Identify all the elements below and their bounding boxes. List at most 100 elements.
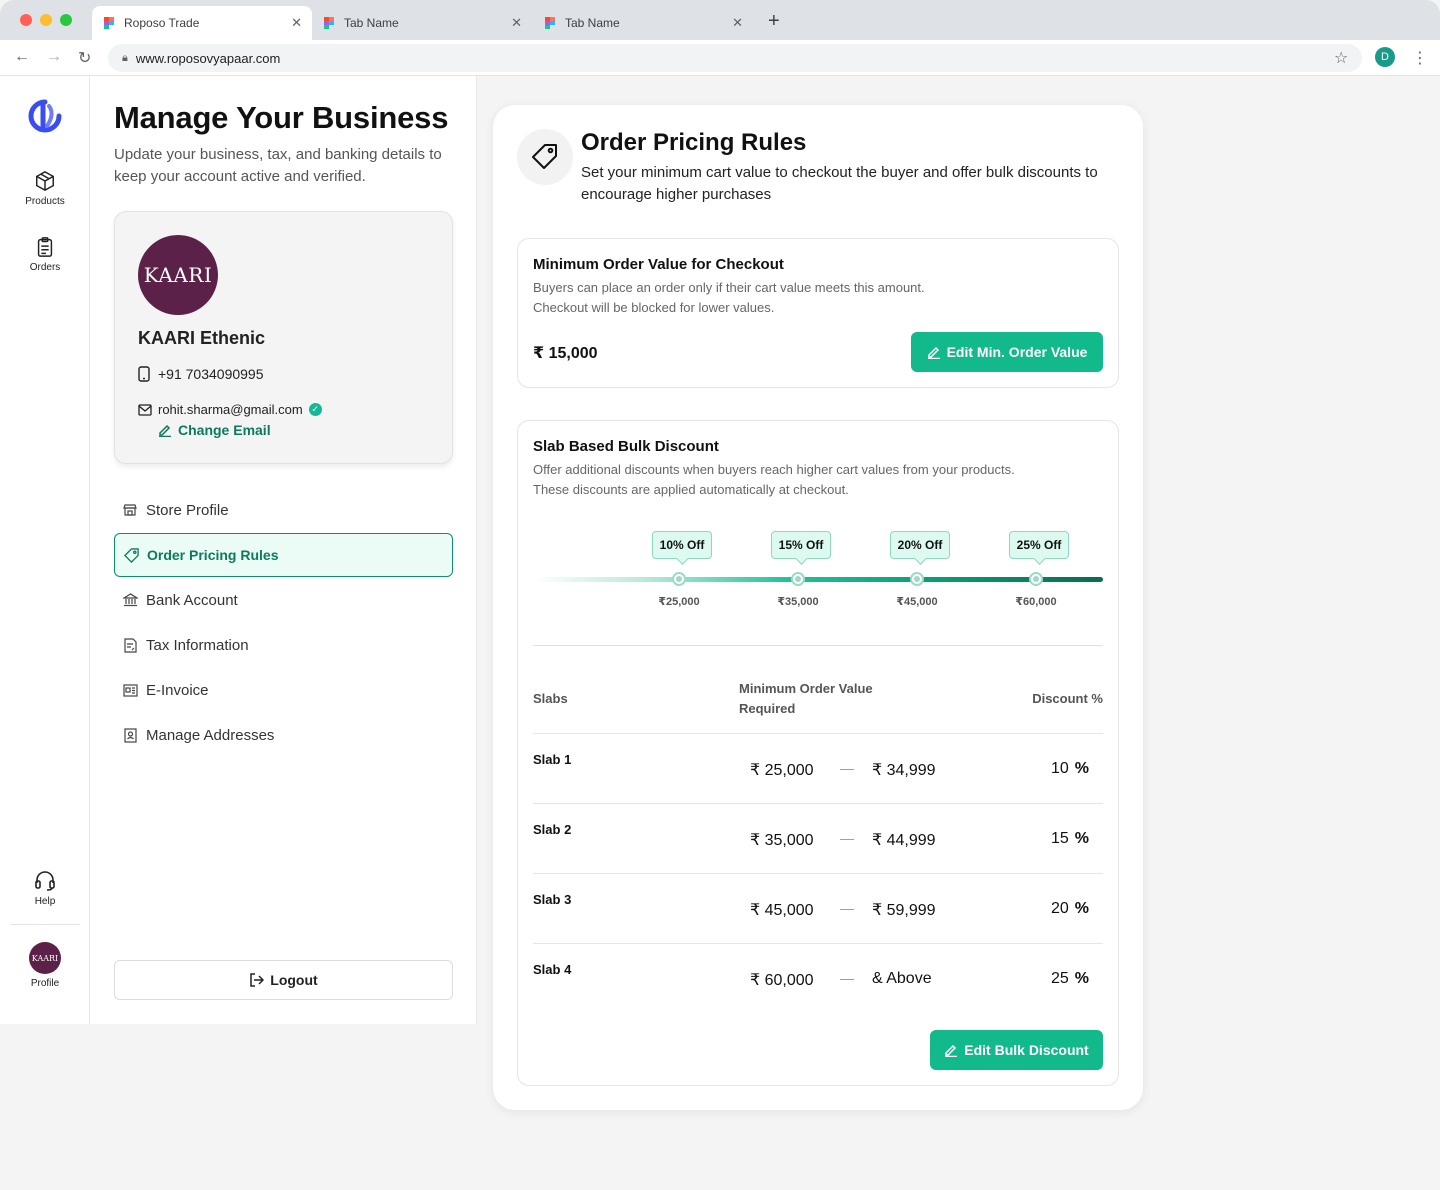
table-row: Slab 3 ₹ 45,000 — ₹ 59,999 20% [533,873,1103,943]
min-order-title: Minimum Order Value for Checkout [533,256,784,273]
slider-tick-label: ₹25,000 [658,596,700,608]
min-order-desc-line: Checkout will be blocked for lower value… [533,300,775,315]
table-row: Slab 1 ₹ 25,000 — ₹ 34,999 10% [533,733,1103,803]
header-line: Required [739,701,796,716]
minimize-window-button[interactable] [40,14,52,26]
address-book-icon [122,727,138,743]
header-tag-icon [517,129,573,185]
change-email-link[interactable]: Change Email [158,422,271,438]
forward-arrow-icon[interactable]: → [46,48,62,66]
menu-item-bank-account[interactable]: Bank Account [114,578,453,622]
rail-item-help[interactable]: Help [0,868,90,907]
figma-icon [324,17,334,29]
back-arrow-icon[interactable]: ← [14,48,30,66]
browser-profile-avatar[interactable]: D [1375,47,1395,67]
table-row: Slab 2 ₹ 35,000 — ₹ 44,999 15% [533,803,1103,873]
menu-item-tax-information[interactable]: Tax Information [114,623,453,667]
phone-row: +91 7034090995 [138,366,264,382]
edit-pencil-icon [927,346,940,359]
figma-icon [104,17,114,29]
slider-pill: 25% Off [1009,531,1069,559]
rail-item-orders[interactable]: Orders [0,236,90,273]
rail-item-products[interactable]: Products [0,170,90,207]
table-row: Slab 4 ₹ 60,000 — & Above 25% [533,943,1103,1013]
store-icon [122,502,138,518]
menu-label: Store Profile [146,501,229,519]
browser-tab-active[interactable]: Roposo Trade ✕ [92,6,312,40]
edit-min-order-label: Edit Min. Order Value [946,344,1088,360]
discount-value: 10 [1050,760,1069,777]
browser-window: Roposo Trade ✕ Tab Name ✕ Tab Name ✕ + ←… [0,0,1440,1190]
slab-from: ₹ 45,000 [750,902,814,919]
close-tab-icon[interactable]: ✕ [732,15,743,31]
reload-icon[interactable]: ↻ [78,48,91,68]
browser-menu-icon[interactable]: ⋮ [1412,48,1428,68]
range-dash: — [840,900,854,916]
new-tab-icon[interactable]: + [768,10,780,33]
tax-document-icon [122,637,138,653]
menu-item-order-pricing-rules[interactable]: Order Pricing Rules [114,533,453,577]
close-tab-icon[interactable]: ✕ [511,15,522,31]
slider-tick-label: ₹45,000 [896,596,938,608]
browser-tab[interactable]: Tab Name ✕ [533,6,753,40]
min-order-box: Minimum Order Value for Checkout Buyers … [517,238,1119,388]
maximize-window-button[interactable] [60,14,72,26]
profile-logo: KAARI [29,942,61,974]
slider-pill: 20% Off [890,531,950,559]
edit-bulk-discount-button[interactable]: Edit Bulk Discount [930,1030,1103,1070]
email-address: rohit.sharma@gmail.com [158,402,303,417]
settings-menu: Store Profile Order Pricing Rules Bank A… [114,488,453,758]
figma-icon [545,17,555,29]
browser-tab[interactable]: Tab Name ✕ [312,6,532,40]
slider-knob[interactable] [1029,572,1043,586]
close-tab-icon[interactable]: ✕ [291,15,302,31]
rail-label: Products [25,196,65,207]
tab-label: Tab Name [565,16,620,30]
bookmark-star-icon[interactable]: ☆ [1334,48,1348,68]
email-row: rohit.sharma@gmail.com ✓ [138,402,322,417]
section-subtitle: Set your minimum cart value to checkout … [581,164,1098,203]
slab-to: ₹ 34,999 [872,762,936,779]
logout-button[interactable]: Logout [114,960,453,1000]
lock-icon: 🔒︎ [122,51,128,64]
phone-icon [138,366,150,382]
menu-item-store-profile[interactable]: Store Profile [114,488,453,532]
business-profile-card: KAARI KAARI Ethenic +91 7034090995 rohit… [114,211,453,464]
close-window-button[interactable] [20,14,32,26]
slider-pill: 10% Off [652,531,712,559]
app-logo-icon[interactable] [27,98,63,139]
rail-label: Help [34,896,56,907]
bulk-discount-title: Slab Based Bulk Discount [533,438,719,455]
percent-sign: % [1074,970,1089,987]
menu-item-e-invoice[interactable]: E-Invoice [114,668,453,712]
box-icon [36,170,54,192]
slider-tick-label: ₹60,000 [1015,596,1057,608]
menu-label: Tax Information [146,636,249,654]
tab-label: Tab Name [344,16,399,30]
min-order-desc-line: Buyers can place an order only if their … [533,280,925,295]
rail-divider [10,924,80,925]
tab-label: Roposo Trade [124,16,200,30]
business-logo: KAARI [138,235,218,315]
rail-item-profile[interactable]: KAARI Profile [0,942,90,989]
header-min-order-value: Minimum Order Value Required [739,679,873,719]
discount-slider-track [533,577,1103,582]
mail-icon [138,403,152,416]
menu-item-manage-addresses[interactable]: Manage Addresses [114,713,453,757]
divider [533,645,1103,646]
page-title: Manage Your Business [114,100,449,135]
edit-min-order-button[interactable]: Edit Min. Order Value [911,332,1103,372]
settings-panel: Manage Your Business Update your busines… [90,76,477,1024]
header-line: Minimum Order Value [739,681,873,696]
invoice-icon [122,682,138,698]
slab-name: Slab 1 [533,752,572,767]
slider-knob[interactable] [672,572,686,586]
slider-knob[interactable] [910,572,924,586]
bulk-desc-line: These discounts are applied automaticall… [533,482,849,497]
change-email-label: Change Email [178,422,271,438]
range-dash: — [840,830,854,846]
slab-from: ₹ 25,000 [750,762,814,779]
slider-knob[interactable] [791,572,805,586]
menu-label: E-Invoice [146,681,209,699]
url-input[interactable]: 🔒︎ www.roposovyapaar.com [108,44,1362,72]
